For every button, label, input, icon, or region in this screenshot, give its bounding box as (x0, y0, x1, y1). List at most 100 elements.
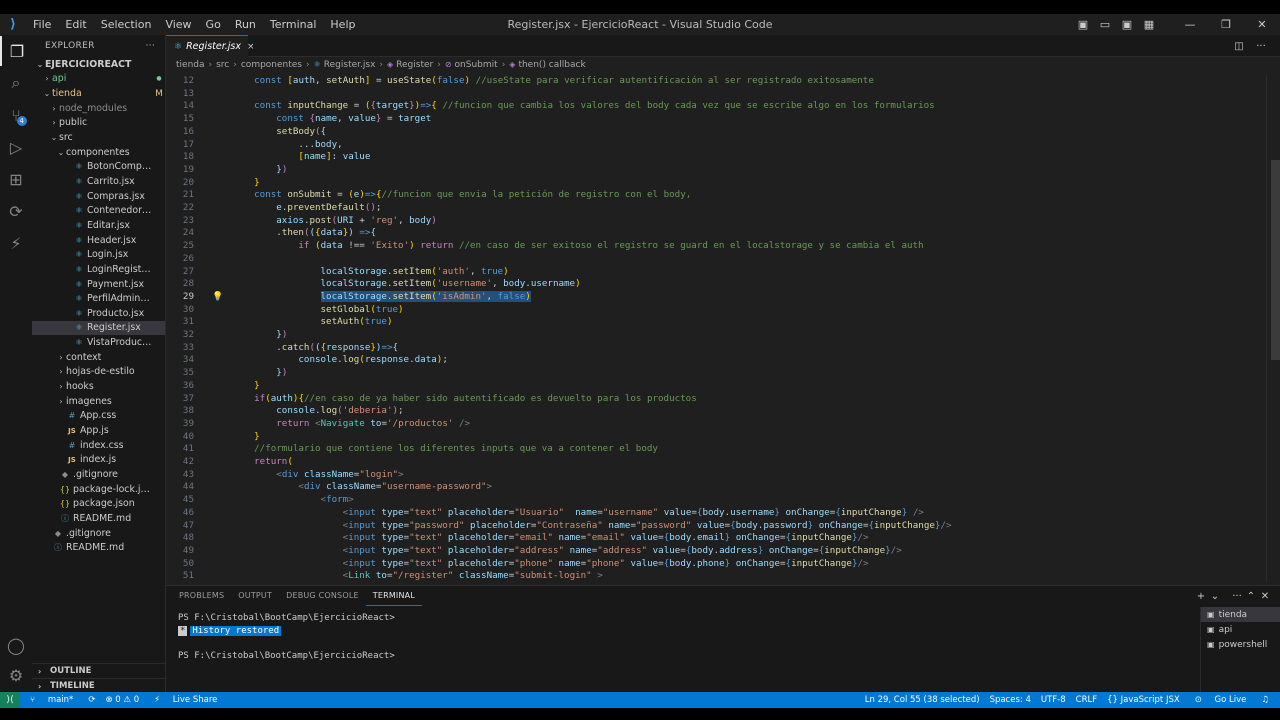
menu-run[interactable]: Run (228, 18, 263, 31)
cursor-position[interactable]: Ln 29, Col 55 (38 selected) (860, 695, 985, 705)
sync-icon[interactable]: ⟳ (83, 695, 100, 705)
menu-terminal[interactable]: Terminal (263, 18, 324, 31)
remote-icon[interactable]: ⟩⟨ (0, 692, 20, 708)
search-icon[interactable]: ⌕ (0, 68, 32, 98)
tree-file[interactable]: JS index.js (32, 453, 165, 468)
encoding[interactable]: UTF-8 (1036, 695, 1071, 705)
tree-folder[interactable]: ⌄ componentes (32, 145, 165, 160)
toggle-secondary-sidebar-icon[interactable]: ▣ (1116, 18, 1138, 31)
tree-file[interactable]: {} package.json (32, 497, 165, 512)
tree-file[interactable]: ⓘ README.md (32, 540, 165, 555)
more-actions-icon[interactable]: ··· (1230, 591, 1244, 602)
terminal-item-powershell[interactable]: ▣ powershell (1201, 637, 1280, 652)
tree-file[interactable]: # App.css (32, 409, 165, 424)
tree-file[interactable]: ⓘ README.md (32, 511, 165, 526)
tree-file[interactable]: ⚛ Header.jsx (32, 233, 165, 248)
new-terminal-icon[interactable]: + (1194, 591, 1208, 602)
accounts-icon[interactable]: ◯ (0, 630, 32, 660)
tree-file[interactable]: ⚛ PerfilAdmin.jsx (32, 291, 165, 306)
menu-file[interactable]: File (26, 18, 58, 31)
close-window-icon[interactable]: ✕ (1244, 18, 1280, 31)
tab-debug-console[interactable]: DEBUG CONSOLE (279, 586, 366, 606)
tree-file[interactable]: ⚛ LoginRegisterProfile.jsx (32, 262, 165, 277)
tree-file[interactable]: {} package-lock.json (32, 482, 165, 497)
tree-folder[interactable]: › node_modules (32, 101, 165, 116)
close-tab-icon[interactable]: × (247, 42, 255, 52)
tree-folder[interactable]: › public (32, 116, 165, 131)
menu-go[interactable]: Go (199, 18, 228, 31)
tree-folder[interactable]: › hojas-de-estilo (32, 365, 165, 380)
live-share-icon[interactable]: ⚡ (0, 228, 32, 258)
tree-file[interactable]: ⚛ Compras.jsx (32, 189, 165, 204)
menu-edit[interactable]: Edit (58, 18, 93, 31)
tree-file[interactable]: ◆ .gitignore (32, 467, 165, 482)
outline-section[interactable]: › OUTLINE (32, 663, 165, 678)
lightbulb-icon[interactable]: 💡 (212, 291, 223, 304)
tree-folder[interactable]: › imagenes (32, 394, 165, 409)
tree-folder[interactable]: › hooks (32, 379, 165, 394)
breadcrumb-item[interactable]: onSubmit (455, 60, 498, 70)
breadcrumb-item[interactable]: Register.jsx (324, 60, 376, 70)
menu-view[interactable]: View (158, 18, 198, 31)
tree-file[interactable]: ⚛ BotonComprar.jsx (32, 160, 165, 175)
tab-output[interactable]: OUTPUT (231, 586, 279, 606)
terminal-output[interactable]: PS F:\Cristobal\BootCamp\EjercicioReact>… (178, 612, 395, 662)
tab-terminal[interactable]: TERMINAL (365, 586, 423, 606)
manage-icon[interactable]: ⚙ (0, 660, 32, 690)
maximize-panel-icon[interactable]: ⌃ (1244, 591, 1258, 602)
run-debug-icon[interactable]: ▷ (0, 132, 32, 162)
remote-explorer-icon[interactable]: ⟳ (0, 196, 32, 226)
menu-help[interactable]: Help (323, 18, 362, 31)
go-live[interactable]: ⊙ Go Live (1185, 695, 1257, 705)
notifications-icon[interactable]: ♫ (1256, 695, 1274, 705)
tree-folder[interactable]: ⌄ src (32, 130, 165, 145)
breadcrumb-item[interactable]: then() callback (518, 60, 585, 70)
scrollbar-thumb[interactable] (1271, 160, 1280, 360)
breadcrumb-item[interactable]: tienda (176, 60, 205, 70)
tree-file[interactable]: JS App.js (32, 423, 165, 438)
extensions-icon[interactable]: ⊞ (0, 164, 32, 194)
end-of-line[interactable]: CRLF (1071, 695, 1102, 705)
tree-file[interactable]: ⚛ Payment.jsx (32, 277, 165, 292)
toggle-panel-icon[interactable]: ▭ (1094, 18, 1116, 31)
more-actions-icon[interactable]: ··· (1250, 41, 1272, 52)
tree-file[interactable]: ⚛ Producto.jsx (32, 306, 165, 321)
explorer-more-icon[interactable]: ··· (146, 41, 155, 51)
tree-folder[interactable]: › context (32, 350, 165, 365)
terminal-item-tienda[interactable]: ▣ tienda (1201, 607, 1280, 622)
breadcrumb-item[interactable]: Register (396, 60, 433, 70)
tree-file[interactable]: ⚛ VistaProducto.jsx (32, 335, 165, 350)
breadcrumb-item[interactable]: src (216, 60, 229, 70)
tab-problems[interactable]: PROBLEMS (172, 586, 231, 606)
terminal-item-api[interactable]: ▣ api (1201, 622, 1280, 637)
editor-scrollbar[interactable] (1266, 75, 1280, 582)
tree-file[interactable]: ◆ .gitignore (32, 526, 165, 541)
tree-file[interactable]: ⚛ ContenedorProductos.j... (32, 204, 165, 219)
tree-folder[interactable]: › api ● (32, 72, 165, 87)
chevron-down-icon[interactable]: ⌄ (1208, 591, 1222, 602)
tree-file[interactable]: ⚛ Editar.jsx (32, 218, 165, 233)
tree-file[interactable]: ⚛ Carrito.jsx (32, 174, 165, 189)
restore-icon[interactable]: ❐ (1208, 18, 1244, 31)
toggle-sidebar-icon[interactable]: ▣ (1072, 18, 1094, 31)
indentation[interactable]: Spaces: 4 (985, 695, 1036, 705)
minimize-icon[interactable]: — (1172, 18, 1208, 31)
language-mode[interactable]: {} JavaScript JSX (1102, 695, 1185, 705)
tree-file[interactable]: ⚛ Register.jsx (32, 320, 165, 336)
tree-folder[interactable]: ⌄ tienda M (32, 86, 165, 101)
branch-indicator[interactable]: ⑂ main* (20, 695, 83, 705)
code-editor[interactable]: 12 const [auth, setAuth] = useState(fals… (166, 75, 1266, 582)
customize-layout-icon[interactable]: ▦ (1138, 18, 1160, 31)
explorer-icon[interactable]: ❐ (0, 36, 32, 66)
tree-folder[interactable]: ⌄ EJERCICIOREACT (32, 57, 165, 72)
breadcrumb-item[interactable]: componentes (241, 60, 302, 70)
tab-register-jsx[interactable]: ⚛ Register.jsx × (166, 35, 255, 57)
problems-indicator[interactable]: ⊗ 0 ⚠ 0 (100, 695, 144, 705)
close-panel-icon[interactable]: ✕ (1258, 591, 1272, 602)
tree-file[interactable]: # index.css (32, 438, 165, 453)
tree-file[interactable]: ⚛ Login.jsx (32, 247, 165, 262)
source-control-icon[interactable]: ⑂ 4 (0, 100, 32, 130)
menu-selection[interactable]: Selection (94, 18, 159, 31)
split-editor-icon[interactable]: ◫ (1228, 41, 1250, 52)
live-share-status[interactable]: ⚡ Live Share (144, 695, 227, 705)
